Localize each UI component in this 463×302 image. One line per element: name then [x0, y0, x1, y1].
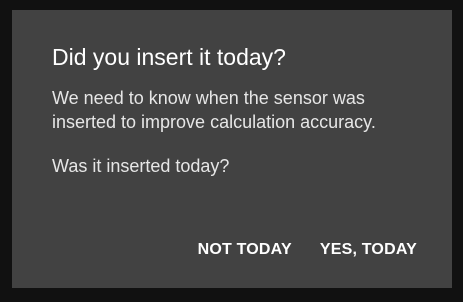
dialog-actions: NOT TODAY YES, TODAY — [178, 233, 425, 267]
yes-today-button[interactable]: YES, TODAY — [312, 233, 425, 267]
dialog-title: Did you insert it today? — [52, 44, 286, 70]
dialog-message: We need to know when the sensor was inse… — [52, 88, 376, 132]
insertion-dialog: Did you insert it today? We need to know… — [12, 10, 452, 288]
not-today-button[interactable]: NOT TODAY — [190, 233, 300, 267]
dialog-question: Was it inserted today? — [52, 156, 230, 176]
